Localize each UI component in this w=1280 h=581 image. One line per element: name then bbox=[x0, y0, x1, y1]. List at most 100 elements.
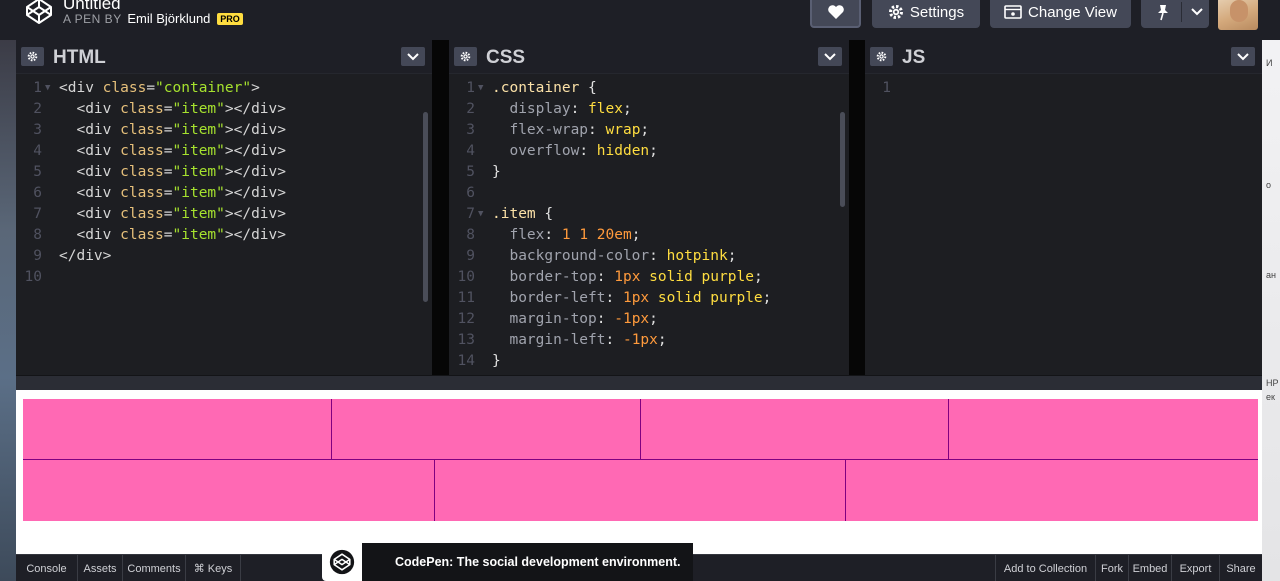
code-token: "container" bbox=[155, 80, 252, 96]
footer-button-export[interactable]: Export bbox=[1171, 555, 1219, 581]
code-token: = bbox=[163, 206, 173, 222]
code-token: { bbox=[535, 206, 554, 222]
pen-byline: A PEN BY Emil Björklund PRO bbox=[63, 11, 243, 26]
footer-button-share[interactable]: Share bbox=[1219, 555, 1262, 581]
settings-button[interactable]: Settings bbox=[872, 0, 980, 28]
code-token: ></div> bbox=[224, 143, 286, 159]
pen-header: Untitled A PEN BY Emil Björklund PRO Set… bbox=[0, 0, 1262, 40]
preview-resize-handle[interactable] bbox=[16, 375, 1262, 390]
js-settings-button[interactable] bbox=[870, 47, 893, 66]
fold-arrow-icon[interactable]: ▼ bbox=[45, 78, 50, 99]
code-token: ; bbox=[649, 311, 658, 327]
code-token: <div bbox=[59, 80, 103, 96]
code-line: 5} bbox=[449, 162, 849, 183]
code-token: class bbox=[120, 164, 164, 180]
footer-button-add-to-collection[interactable]: Add to Collection bbox=[995, 555, 1095, 581]
html-code: 1 ▼ <div class="container"> 2 <div class="i… bbox=[16, 78, 432, 288]
side-text-fragment: о bbox=[1266, 180, 1272, 190]
flex-item bbox=[23, 459, 435, 521]
code-text: display: flex; bbox=[492, 99, 631, 120]
css-editor-title: CSS bbox=[486, 47, 526, 68]
code-token: <div bbox=[59, 185, 121, 201]
html-code-area[interactable]: 1 ▼ <div class="container"> 2 <div class="i… bbox=[16, 74, 432, 375]
code-token: flex bbox=[588, 101, 623, 117]
desktop-background-left bbox=[0, 0, 16, 581]
code-token: = bbox=[146, 80, 156, 96]
code-token: <div bbox=[59, 227, 121, 243]
code-line: 1 ▼ <div class="container"> bbox=[16, 78, 432, 99]
love-button[interactable] bbox=[810, 0, 861, 28]
code-token: margin-top bbox=[492, 311, 597, 327]
css-scrollbar[interactable] bbox=[840, 112, 845, 207]
chevron-down-icon bbox=[1237, 52, 1249, 60]
avatar-face bbox=[1230, 0, 1248, 22]
side-text-fragment: ек bbox=[1266, 392, 1275, 402]
code-token: : bbox=[579, 143, 597, 159]
pin-button[interactable] bbox=[1141, 0, 1209, 28]
footer-button-fork[interactable]: Fork bbox=[1095, 555, 1128, 581]
footer-button-assets[interactable]: Assets bbox=[78, 555, 123, 581]
code-token: class bbox=[102, 80, 147, 96]
code-text: <div class="item"></div> bbox=[59, 183, 286, 204]
chevron-down-icon[interactable] bbox=[1189, 2, 1205, 22]
codepen-logo-icon[interactable] bbox=[24, 0, 54, 26]
code-line: 9 </div> bbox=[16, 246, 432, 267]
code-token: .item bbox=[492, 206, 536, 222]
code-line: 8 <div class="item"></div> bbox=[16, 225, 432, 246]
code-text: <div class="item"></div> bbox=[59, 141, 286, 162]
footer-button-keys[interactable]: ⌘ Keys bbox=[186, 555, 241, 581]
html-scrollbar[interactable] bbox=[423, 112, 428, 302]
flex-item bbox=[948, 399, 1258, 460]
code-text: margin-top: -1px; bbox=[492, 309, 658, 330]
css-editor-pane: CSS 1 ▼ .container {2 display: flex; 3 flex… bbox=[449, 40, 849, 375]
js-editor-title: JS bbox=[902, 47, 926, 68]
pin-icon bbox=[1158, 5, 1168, 21]
fold-arrow-icon[interactable]: ▼ bbox=[478, 204, 483, 225]
line-number: 8 bbox=[33, 227, 42, 243]
js-collapse-button[interactable] bbox=[1231, 47, 1255, 66]
code-line: 8 flex: 1 1 20em; bbox=[449, 225, 849, 246]
code-token: background-color bbox=[492, 248, 650, 264]
fold-arrow-icon[interactable]: ▼ bbox=[478, 78, 483, 99]
html-editor-pane: HTML 1 ▼ <div class="container"> 2 <div cla… bbox=[16, 40, 432, 375]
code-line: 2 <div class="item"></div> bbox=[16, 99, 432, 120]
code-token: = bbox=[163, 227, 173, 243]
code-token: ; bbox=[640, 122, 650, 138]
code-token: : bbox=[649, 248, 667, 264]
button-divider bbox=[1181, 2, 1182, 22]
js-code-area[interactable]: 1 bbox=[865, 74, 1262, 375]
footer-button-embed[interactable]: Embed bbox=[1128, 555, 1171, 581]
css-collapse-button[interactable] bbox=[818, 47, 842, 66]
flex-item bbox=[433, 459, 847, 521]
author-link[interactable]: Emil Björklund bbox=[127, 11, 210, 26]
line-number: 13 bbox=[457, 332, 475, 348]
side-text-fragment: ан bbox=[1266, 270, 1276, 280]
change-view-button[interactable]: Change View bbox=[990, 0, 1131, 28]
css-settings-button[interactable] bbox=[454, 47, 477, 66]
code-token: = bbox=[163, 164, 173, 180]
code-token: 1px bbox=[622, 290, 650, 306]
avatar[interactable] bbox=[1218, 0, 1258, 30]
footer-button-console[interactable]: Console bbox=[16, 555, 78, 581]
css-code-area[interactable]: 1 ▼ .container {2 display: flex; 3 flex-wra… bbox=[449, 74, 849, 375]
preview-container bbox=[23, 399, 1258, 522]
line-number: 10 bbox=[457, 269, 475, 285]
code-text: } bbox=[492, 351, 501, 372]
code-token: flex-wrap bbox=[492, 122, 589, 138]
html-settings-button[interactable] bbox=[21, 47, 44, 66]
code-token: "item" bbox=[172, 143, 225, 159]
code-token: class bbox=[120, 122, 164, 138]
line-number: 11 bbox=[457, 290, 475, 306]
code-token: border-top bbox=[492, 269, 597, 285]
line-number: 5 bbox=[466, 164, 475, 180]
line-number: 6 bbox=[466, 185, 475, 201]
html-collapse-button[interactable] bbox=[401, 47, 425, 66]
code-line: 6 bbox=[449, 183, 849, 204]
code-text: <div class="item"></div> bbox=[59, 120, 286, 141]
code-token: class bbox=[120, 101, 164, 117]
footer-button-comments[interactable]: Comments bbox=[123, 555, 186, 581]
code-token: hotpink bbox=[666, 248, 728, 264]
code-text: <div class="container"> bbox=[59, 78, 260, 99]
line-number: 3 bbox=[466, 122, 475, 138]
code-line: 11 border-left: 1px solid purple; bbox=[449, 288, 849, 309]
